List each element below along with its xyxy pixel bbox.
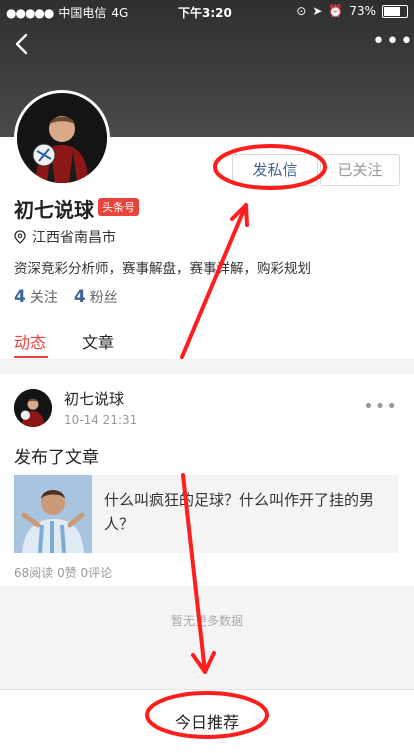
feed-text: 发布了文章 <box>14 448 99 468</box>
profile-bio: 资深竞彩分析师，赛事解盘，赛事详解，购彩规划 <box>14 261 311 277</box>
feed-card[interactable]: 初七说球 10-14 21:31 ••• 发布了文章 什么叫疯狂的足球？什么叫作… <box>0 374 414 586</box>
bottom-bar: 今日推荐 <box>0 689 414 753</box>
battery-percent: 73% <box>349 4 376 18</box>
no-more-data-label: 暂无更多数据 <box>170 614 243 628</box>
article-title: 什么叫疯狂的足球？什么叫作开了挂的男人？ <box>104 491 375 533</box>
avatar[interactable] <box>14 90 110 186</box>
location-arrow-icon: ➤ <box>312 4 323 18</box>
active-tab-indicator <box>14 356 48 358</box>
alarm-icon: ⏰ <box>328 4 344 18</box>
feed-more-icon[interactable]: ••• <box>363 396 398 417</box>
orientation-lock-icon: ⊙ <box>296 4 307 18</box>
player-photo <box>17 93 107 183</box>
clock: 下午3:20 <box>178 6 232 20</box>
following-count: 4 <box>14 287 26 307</box>
carrier-label: 中国电信 <box>58 6 107 20</box>
signal-icon: ●●●●● <box>6 5 54 20</box>
back-icon[interactable] <box>12 33 34 55</box>
followers-stat[interactable]: 4 粉丝 <box>74 287 118 307</box>
network-label: 4G <box>111 5 129 20</box>
profile-name: 初七说球 <box>14 198 94 222</box>
location-row: 江西省南昌市 <box>14 227 116 247</box>
send-message-button[interactable]: 发私信 <box>232 154 318 186</box>
battery-icon <box>382 4 408 18</box>
followed-button[interactable]: 已关注 <box>320 154 400 186</box>
tab-dynamics[interactable]: 动态 <box>14 329 46 353</box>
location-pin-icon <box>14 230 26 244</box>
today-recommend-button[interactable]: 今日推荐 <box>0 709 414 733</box>
followers-label: 粉丝 <box>89 290 118 306</box>
status-bar: ●●●●● 中国电信 4G 下午3:20 ⊙ ➤ ⏰ 73% <box>0 0 414 22</box>
toutiao-badge: 头条号 <box>98 198 139 216</box>
following-label: 关注 <box>29 290 58 306</box>
profile-stats: 4 关注 4 粉丝 <box>14 287 118 307</box>
profile-tabs: 动态 文章 <box>0 323 414 360</box>
feed-author[interactable]: 初七说球 <box>64 388 124 409</box>
feed-avatar[interactable] <box>14 389 52 427</box>
following-stat[interactable]: 4 关注 <box>14 287 58 307</box>
tab-articles[interactable]: 文章 <box>82 329 114 353</box>
location-text: 江西省南昌市 <box>32 230 116 246</box>
followers-count: 4 <box>73 287 86 307</box>
feed-time: 10-14 21:31 <box>64 413 138 427</box>
feed-meta: 68阅读 0赞 0评论 <box>14 566 113 580</box>
more-options-icon[interactable]: ••• <box>372 31 413 54</box>
article-thumbnail <box>14 475 92 553</box>
article-link[interactable]: 什么叫疯狂的足球？什么叫作开了挂的男人？ <box>14 475 398 553</box>
